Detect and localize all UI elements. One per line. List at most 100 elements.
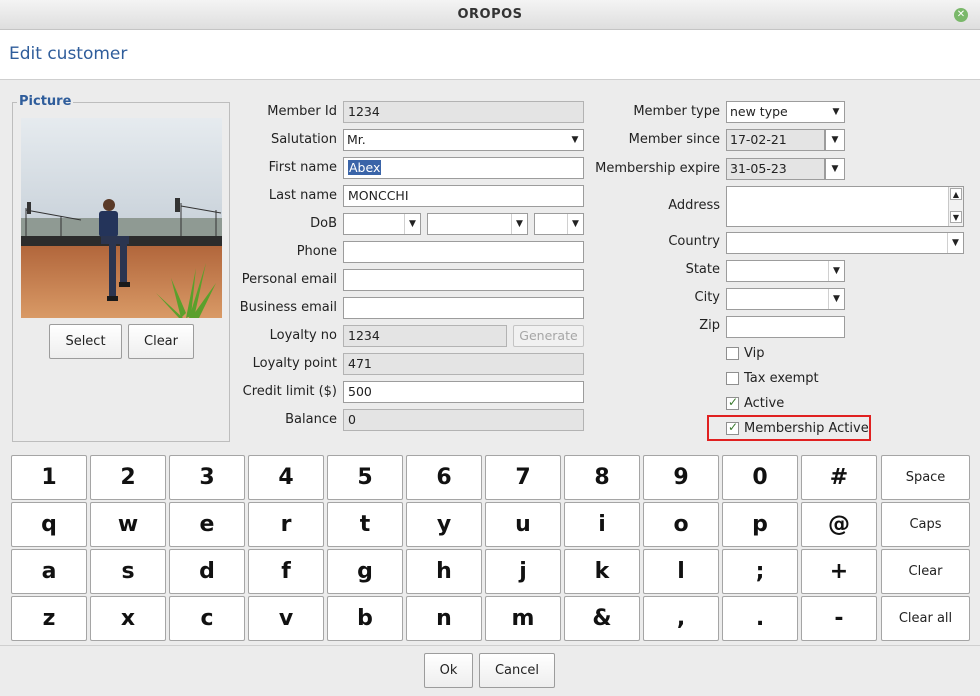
key[interactable]: w: [90, 502, 166, 547]
key[interactable]: @: [801, 502, 877, 547]
key[interactable]: 9: [643, 455, 719, 500]
key[interactable]: x: [90, 596, 166, 641]
key[interactable]: r: [248, 502, 324, 547]
state-select[interactable]: ▼: [726, 260, 845, 282]
phone-field[interactable]: [343, 241, 584, 263]
key[interactable]: u: [485, 502, 561, 547]
checkmark-icon[interactable]: [726, 395, 739, 410]
address-textarea[interactable]: [726, 186, 964, 227]
member-type-select[interactable]: new type ▼: [726, 101, 845, 123]
key[interactable]: 5: [327, 455, 403, 500]
personal-email-field[interactable]: [343, 269, 584, 291]
select-picture-button[interactable]: Select: [49, 324, 122, 359]
key[interactable]: -: [801, 596, 877, 641]
key[interactable]: q: [11, 502, 87, 547]
clear-key[interactable]: Clear: [881, 549, 970, 594]
close-icon[interactable]: ✕: [954, 8, 968, 22]
key[interactable]: 1: [11, 455, 87, 500]
space-key[interactable]: Space: [881, 455, 970, 500]
chevron-down-icon[interactable]: ▼: [404, 214, 420, 234]
key[interactable]: m: [485, 596, 561, 641]
city-select[interactable]: ▼: [726, 288, 845, 310]
key[interactable]: y: [406, 502, 482, 547]
loyalty-point-field[interactable]: 471: [343, 353, 584, 375]
key[interactable]: d: [169, 549, 245, 594]
generate-button[interactable]: Generate: [513, 325, 584, 347]
key[interactable]: z: [11, 596, 87, 641]
key[interactable]: p: [722, 502, 798, 547]
key[interactable]: 6: [406, 455, 482, 500]
key[interactable]: .: [722, 596, 798, 641]
member-since-field[interactable]: 17-02-21: [726, 129, 825, 151]
balance-field[interactable]: 0: [343, 409, 584, 431]
membership-expire-picker[interactable]: ▼: [825, 158, 845, 180]
key[interactable]: ;: [722, 549, 798, 594]
business-email-field[interactable]: [343, 297, 584, 319]
credit-limit-label: Credit limit ($): [242, 384, 337, 399]
dob-year-select[interactable]: ▼: [534, 213, 584, 235]
salutation-select[interactable]: Mr. ▼: [343, 129, 584, 151]
member-since-picker[interactable]: ▼: [825, 129, 845, 151]
key[interactable]: t: [327, 502, 403, 547]
salutation-label: Salutation: [270, 132, 337, 147]
key[interactable]: n: [406, 596, 482, 641]
key[interactable]: s: [90, 549, 166, 594]
member-id-label: Member Id: [267, 104, 337, 119]
key[interactable]: v: [248, 596, 324, 641]
key[interactable]: i: [564, 502, 640, 547]
chevron-down-icon[interactable]: ▼: [511, 214, 527, 234]
chevron-down-icon[interactable]: ▼: [567, 214, 583, 234]
country-select[interactable]: ▼: [726, 232, 964, 254]
chevron-down-icon[interactable]: ▼: [828, 261, 844, 281]
key[interactable]: k: [564, 549, 640, 594]
loyalty-point-label: Loyalty point: [252, 356, 337, 371]
key[interactable]: 3: [169, 455, 245, 500]
last-name-field[interactable]: MONCCHI: [343, 185, 584, 207]
clear-all-key[interactable]: Clear all: [881, 596, 970, 641]
chevron-down-icon: ▼: [831, 135, 839, 145]
key[interactable]: +: [801, 549, 877, 594]
dob-day-select[interactable]: ▼: [343, 213, 421, 235]
chevron-down-icon[interactable]: ▼: [828, 102, 844, 122]
chevron-down-icon[interactable]: ▼: [567, 130, 583, 150]
key[interactable]: e: [169, 502, 245, 547]
key[interactable]: l: [643, 549, 719, 594]
cancel-button[interactable]: Cancel: [479, 653, 555, 688]
key[interactable]: 0: [722, 455, 798, 500]
dob-month-select[interactable]: ▼: [427, 213, 528, 235]
first-name-field[interactable]: Abex: [343, 157, 584, 179]
key[interactable]: 8: [564, 455, 640, 500]
chevron-down-icon[interactable]: ▼: [947, 233, 963, 253]
key[interactable]: 7: [485, 455, 561, 500]
checkmark-icon[interactable]: [726, 420, 739, 435]
key[interactable]: c: [169, 596, 245, 641]
key[interactable]: a: [11, 549, 87, 594]
key[interactable]: g: [327, 549, 403, 594]
picture-legend: Picture: [17, 94, 74, 109]
credit-limit-field[interactable]: 500: [343, 381, 584, 403]
address-scrollbar[interactable]: ▲ ▼: [948, 187, 963, 226]
key[interactable]: j: [485, 549, 561, 594]
chevron-down-icon[interactable]: ▼: [828, 289, 844, 309]
scroll-down-icon[interactable]: ▼: [950, 211, 962, 223]
key[interactable]: h: [406, 549, 482, 594]
key[interactable]: 2: [90, 455, 166, 500]
member-id-field[interactable]: 1234: [343, 101, 584, 123]
key[interactable]: ,: [643, 596, 719, 641]
ok-button[interactable]: Ok: [424, 653, 473, 688]
scroll-up-icon[interactable]: ▲: [950, 188, 962, 200]
key[interactable]: o: [643, 502, 719, 547]
tax-exempt-check-box[interactable]: [726, 372, 739, 385]
key[interactable]: &: [564, 596, 640, 641]
caps-key[interactable]: Caps: [881, 502, 970, 547]
loyalty-no-field[interactable]: 1234: [343, 325, 507, 347]
key[interactable]: 4: [248, 455, 324, 500]
vip-check-box[interactable]: [726, 347, 739, 360]
picture-panel: Picture Select Clear: [12, 94, 230, 442]
key[interactable]: f: [248, 549, 324, 594]
zip-field[interactable]: [726, 316, 845, 338]
key[interactable]: b: [327, 596, 403, 641]
key[interactable]: #: [801, 455, 877, 500]
membership-expire-field[interactable]: 31-05-23: [726, 158, 825, 180]
clear-picture-button[interactable]: Clear: [128, 324, 194, 359]
